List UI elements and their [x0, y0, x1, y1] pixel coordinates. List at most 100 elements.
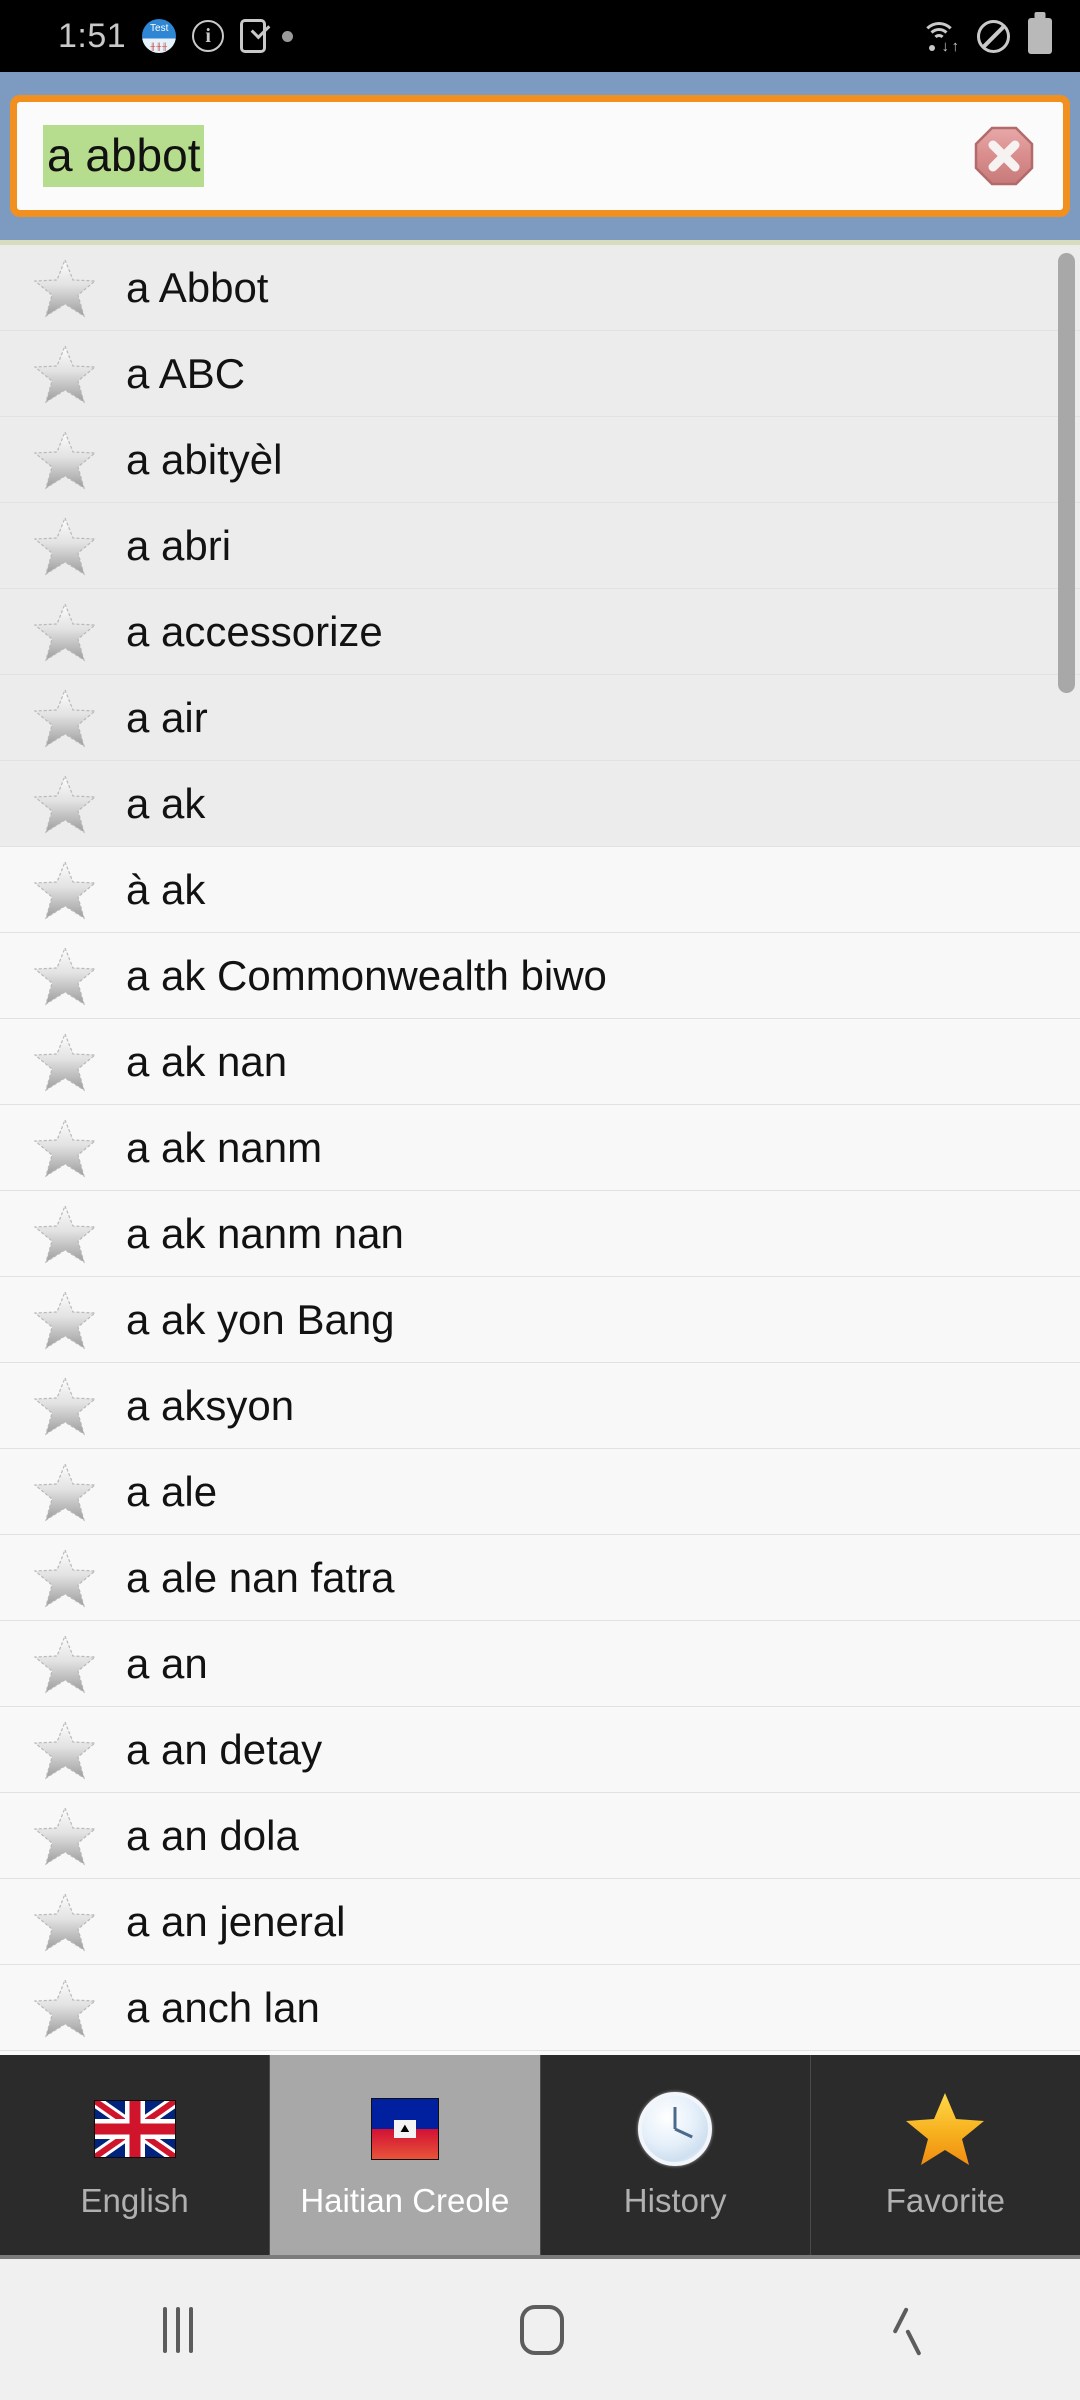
battery-icon: [1028, 18, 1052, 54]
star-outline-icon[interactable]: [33, 429, 97, 490]
list-item-label: a ale: [126, 1467, 218, 1515]
star-outline-icon[interactable]: [33, 687, 97, 748]
uk-flag-icon: [93, 2090, 176, 2168]
list-item[interactable]: a abityèl: [0, 417, 1080, 503]
star-outline-icon[interactable]: [33, 1547, 97, 1608]
list-item-label: a anch lan: [126, 1983, 320, 2031]
list-item-label: a ak nanm: [126, 1123, 323, 1171]
word-list[interactable]: a Abbot a ABC a abityèl a abri a accessorize…: [0, 245, 1080, 2055]
phone-screen: 1:51 Test ╫╫╫ i ↓ ↑ a abbot a Abbot a AB…: [0, 0, 1080, 2400]
list-item[interactable]: a ale nan fatra: [0, 1535, 1080, 1621]
clock-icon: [638, 2090, 713, 2168]
star-outline-icon[interactable]: [33, 601, 97, 662]
haiti-flag-icon: ⛰: [370, 2090, 439, 2168]
search-input[interactable]: a abbot: [10, 95, 1070, 217]
list-item-label: a Abbot: [126, 263, 269, 311]
list-item[interactable]: a accessorize: [0, 589, 1080, 675]
list-item-label: a an: [126, 1639, 208, 1687]
star-outline-icon[interactable]: [33, 1977, 97, 2038]
star-outline-icon[interactable]: [33, 1633, 97, 1694]
list-item-label: a abri: [126, 521, 232, 569]
list-item-label: a ak Commonwealth biwo: [126, 951, 607, 999]
bottom-tab-bar: English ⛰ Haitian Creole History Favorit…: [0, 2055, 1080, 2255]
list-item[interactable]: a ak nan: [0, 1019, 1080, 1105]
list-item-label: a ak nanm nan: [126, 1209, 404, 1257]
search-header: a abbot: [0, 72, 1080, 240]
list-item-label: a ak nan: [126, 1037, 288, 1085]
list-item-label: a ABC: [126, 349, 246, 397]
list-item[interactable]: a an jeneral: [0, 1879, 1080, 1965]
list-item[interactable]: a an detay: [0, 1707, 1080, 1793]
search-input-value: a abbot: [43, 125, 205, 187]
list-item-label: a an dola: [126, 1811, 299, 1859]
list-item[interactable]: a ak nanm: [0, 1105, 1080, 1191]
list-item[interactable]: a ak nanm nan: [0, 1191, 1080, 1277]
list-item[interactable]: a air: [0, 675, 1080, 761]
tab-favorite[interactable]: Favorite: [810, 2055, 1080, 2255]
list-item-label: a abityèl: [126, 435, 283, 483]
back-button[interactable]: [891, 2308, 917, 2352]
list-item[interactable]: a ak: [0, 761, 1080, 847]
star-outline-icon[interactable]: [33, 1375, 97, 1436]
star-outline-icon[interactable]: [33, 1289, 97, 1350]
clear-octagon-icon[interactable]: [973, 125, 1035, 187]
list-item-label: a aksyon: [126, 1381, 295, 1429]
list-item-label: a an jeneral: [126, 1897, 346, 1945]
star-outline-icon[interactable]: [33, 773, 97, 834]
device-check-icon: [240, 19, 267, 53]
list-item[interactable]: a ak Commonwealth biwo: [0, 933, 1080, 1019]
star-outline-icon[interactable]: [33, 1117, 97, 1178]
list-item[interactable]: a ale: [0, 1449, 1080, 1535]
list-item-label: à ak: [126, 865, 206, 913]
home-button[interactable]: [519, 2304, 564, 2355]
gold-star-icon: [905, 2090, 985, 2168]
star-outline-icon[interactable]: [33, 945, 97, 1006]
dot-icon: [282, 30, 294, 42]
star-outline-icon[interactable]: [33, 1203, 97, 1264]
star-outline-icon[interactable]: [33, 1719, 97, 1780]
star-outline-icon[interactable]: [33, 1891, 97, 1952]
tab-haitian-creole[interactable]: ⛰ Haitian Creole: [270, 2055, 541, 2255]
list-item[interactable]: a Abbot: [0, 245, 1080, 331]
system-navigation-bar: [0, 2255, 1080, 2400]
list-item[interactable]: a anch lan: [0, 1965, 1080, 2051]
star-outline-icon[interactable]: [33, 859, 97, 920]
tab-haitian-creole-label: Haitian Creole: [300, 2182, 510, 2219]
do-not-disturb-icon: [977, 19, 1010, 53]
status-bar: 1:51 Test ╫╫╫ i ↓ ↑: [0, 0, 1080, 72]
wifi-transfer-icon: ↓ ↑: [919, 20, 959, 54]
status-bar-left: 1:51 Test ╫╫╫ i: [58, 17, 919, 56]
status-bar-clock: 1:51: [58, 16, 127, 55]
recents-button[interactable]: [163, 2306, 194, 2353]
list-item[interactable]: a ABC: [0, 331, 1080, 417]
tab-favorite-label: Favorite: [885, 2182, 1005, 2219]
list-item-label: a ale nan fatra: [126, 1553, 395, 1601]
test-app-icon-pattern: ╫╫╫: [150, 44, 169, 51]
list-item[interactable]: a ak yon Bang: [0, 1277, 1080, 1363]
test-app-icon-label: Test: [150, 23, 169, 34]
list-item[interactable]: a abri: [0, 503, 1080, 589]
list-item[interactable]: à ak: [0, 847, 1080, 933]
star-outline-icon[interactable]: [33, 1805, 97, 1866]
list-item[interactable]: a an: [0, 1621, 1080, 1707]
star-outline-icon[interactable]: [33, 343, 97, 404]
list-item-label: a accessorize: [126, 607, 383, 655]
list-item-label: a ak yon Bang: [126, 1295, 395, 1343]
list-scrollbar[interactable]: [1058, 253, 1075, 693]
star-outline-icon[interactable]: [33, 1031, 97, 1092]
tab-history-label: History: [623, 2182, 727, 2219]
list-item[interactable]: a an dola: [0, 1793, 1080, 1879]
list-item-label: a ak: [126, 779, 206, 827]
tab-english[interactable]: English: [0, 2055, 271, 2255]
list-item-label: a air: [126, 693, 208, 741]
tab-english-label: English: [80, 2182, 189, 2219]
tab-history[interactable]: History: [540, 2055, 811, 2255]
test-app-icon: Test ╫╫╫: [142, 19, 177, 53]
star-outline-icon[interactable]: [33, 257, 97, 318]
list-item-label: a an detay: [126, 1725, 323, 1773]
star-outline-icon[interactable]: [33, 1461, 97, 1522]
info-circle-icon: i: [192, 20, 225, 52]
status-bar-right: ↓ ↑: [919, 18, 1052, 54]
list-item[interactable]: a aksyon: [0, 1363, 1080, 1449]
star-outline-icon[interactable]: [33, 515, 97, 576]
